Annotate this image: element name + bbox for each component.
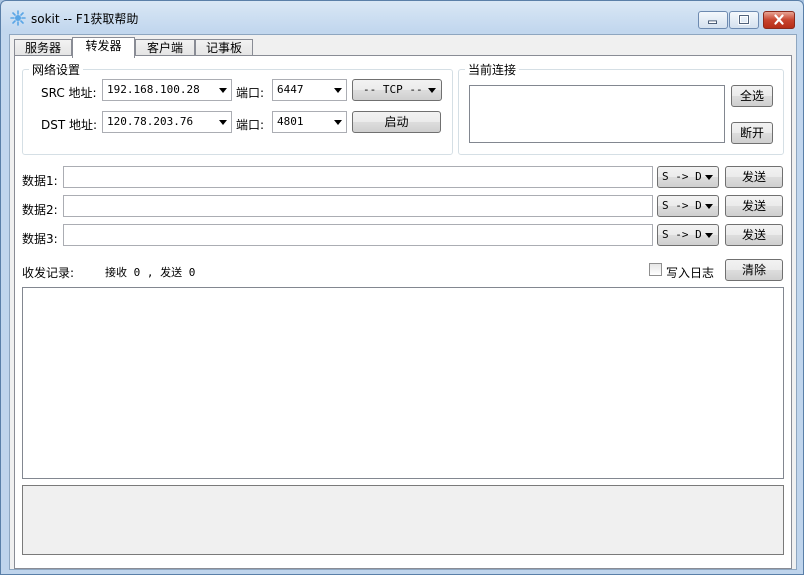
select-all-button[interactable]: 全选 bbox=[731, 85, 773, 107]
detail-output[interactable] bbox=[22, 485, 784, 555]
chevron-down-icon bbox=[705, 175, 713, 180]
data3-direction-dropdown[interactable]: S -> D bbox=[657, 224, 719, 246]
data3-input[interactable] bbox=[63, 224, 653, 246]
chevron-down-icon bbox=[219, 120, 227, 125]
close-icon bbox=[774, 14, 784, 25]
data2-send-button[interactable]: 发送 bbox=[725, 195, 783, 217]
forwarder-panel: 网络设置 SRC 地址: 192.168.100.28 端口: 6447 -- … bbox=[14, 55, 792, 569]
src-address-label: SRC 地址: bbox=[41, 86, 97, 100]
title-bar[interactable]: sokit -- F1获取帮助 bbox=[1, 1, 803, 33]
src-port-label: 端口: bbox=[236, 86, 265, 100]
src-address-combo[interactable]: 192.168.100.28 bbox=[102, 79, 232, 101]
current-connections-group: 当前连接 全选 断开 bbox=[458, 61, 784, 155]
dst-address-combo[interactable]: 120.78.203.76 bbox=[102, 111, 232, 133]
src-port-value: 6447 bbox=[277, 83, 304, 96]
protocol-value: -- TCP -- bbox=[363, 83, 423, 96]
data2-input[interactable] bbox=[63, 195, 653, 217]
chevron-down-icon bbox=[334, 88, 342, 93]
network-settings-group: 网络设置 SRC 地址: 192.168.100.28 端口: 6447 -- … bbox=[22, 61, 453, 155]
clear-button[interactable]: 清除 bbox=[725, 259, 783, 281]
client-area: 服务器 转发器 客户端 记事板 网络设置 SRC 地址: 192.168.100… bbox=[9, 34, 797, 570]
data3-send-button[interactable]: 发送 bbox=[725, 224, 783, 246]
dst-address-label: DST 地址: bbox=[41, 118, 98, 132]
data1-direction-value: S -> D bbox=[662, 170, 702, 183]
connections-list[interactable] bbox=[469, 85, 725, 143]
tab-forwarder[interactable]: 转发器 bbox=[72, 37, 135, 58]
current-connections-title: 当前连接 bbox=[465, 61, 520, 78]
maximize-button[interactable] bbox=[729, 11, 759, 29]
data1-send-button[interactable]: 发送 bbox=[725, 166, 783, 188]
minimize-icon bbox=[708, 20, 717, 24]
dst-port-combo[interactable]: 4801 bbox=[272, 111, 347, 133]
chevron-down-icon bbox=[428, 88, 436, 93]
data3-label: 数据3: bbox=[22, 232, 58, 246]
disconnect-button[interactable]: 断开 bbox=[731, 122, 773, 144]
dst-port-value: 4801 bbox=[277, 115, 304, 128]
data2-direction-value: S -> D bbox=[662, 199, 702, 212]
chevron-down-icon bbox=[219, 88, 227, 93]
close-button[interactable] bbox=[763, 11, 795, 29]
app-window: sokit -- F1获取帮助 服务器 转发器 客户端 记事板 网络设置 SRC… bbox=[0, 0, 804, 575]
chevron-down-icon bbox=[705, 233, 713, 238]
dst-address-value: 120.78.203.76 bbox=[107, 115, 194, 128]
protocol-dropdown-button[interactable]: -- TCP -- bbox=[352, 79, 442, 101]
data2-direction-dropdown[interactable]: S -> D bbox=[657, 195, 719, 217]
maximize-icon bbox=[738, 14, 750, 25]
dst-port-label: 端口: bbox=[236, 118, 265, 132]
log-stats: 接收 0 , 发送 0 bbox=[105, 266, 196, 279]
chevron-down-icon bbox=[334, 120, 342, 125]
network-settings-title: 网络设置 bbox=[29, 61, 84, 78]
data2-label: 数据2: bbox=[22, 203, 58, 217]
minimize-button[interactable] bbox=[698, 11, 728, 29]
data3-direction-value: S -> D bbox=[662, 228, 702, 241]
data1-direction-dropdown[interactable]: S -> D bbox=[657, 166, 719, 188]
data1-label: 数据1: bbox=[22, 174, 58, 188]
window-title: sokit -- F1获取帮助 bbox=[31, 12, 139, 26]
write-log-label[interactable]: 写入日志 bbox=[666, 264, 714, 281]
app-icon bbox=[10, 10, 26, 26]
src-port-combo[interactable]: 6447 bbox=[272, 79, 347, 101]
write-log-checkbox[interactable] bbox=[649, 263, 662, 276]
log-title: 收发记录: bbox=[22, 266, 75, 280]
data1-input[interactable] bbox=[63, 166, 653, 188]
src-address-value: 192.168.100.28 bbox=[107, 83, 200, 96]
log-output[interactable] bbox=[22, 287, 784, 479]
start-button[interactable]: 启动 bbox=[352, 111, 441, 133]
chevron-down-icon bbox=[705, 204, 713, 209]
